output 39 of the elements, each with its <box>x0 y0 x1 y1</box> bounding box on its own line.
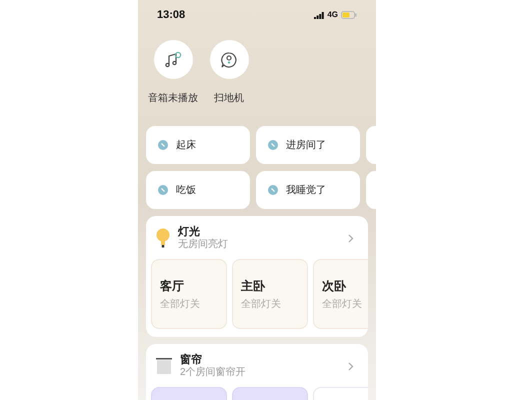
scene-card[interactable]: 我睡觉了 <box>256 171 360 209</box>
room-card[interactable]: 主卧 全部灯关 <box>232 259 308 329</box>
room-name: 客厅 <box>160 278 185 294</box>
room-card[interactable]: 客厅 全部灯关 <box>151 259 227 329</box>
section-subtitle: 无房间亮灯 <box>178 239 229 251</box>
scene-card[interactable]: 起床 <box>146 126 250 164</box>
curtain-icon <box>156 358 172 374</box>
room-card[interactable]: 次卧 全部灯关 <box>313 259 368 329</box>
signal-icon <box>314 12 324 18</box>
network-label: 4G <box>327 9 338 21</box>
scene-icon <box>268 185 278 195</box>
scene-label: 吃饭 <box>176 184 196 198</box>
room-status: 全部灯关 <box>241 298 282 312</box>
device-label: 音箱未播放 <box>148 92 198 106</box>
room-name: 主卧 <box>241 278 266 294</box>
device-button[interactable] <box>210 40 248 79</box>
section-title: 灯光 <box>178 225 201 238</box>
scene-icon <box>158 185 168 195</box>
chevron-right-icon[interactable] <box>348 234 354 242</box>
device-button[interactable] <box>154 40 192 79</box>
robot-vacuum-icon <box>220 50 238 68</box>
status-time: 13:08 <box>157 8 186 23</box>
scene-icon <box>158 140 168 150</box>
device-label: 扫地机 <box>214 92 244 106</box>
room-status: 全部灯关 <box>160 298 201 312</box>
scene-card[interactable]: 吃饭 <box>146 171 250 209</box>
scene-label: 进房间了 <box>286 138 326 152</box>
chevron-right-icon[interactable] <box>348 362 354 370</box>
room-status: 全部灯关 <box>322 298 363 312</box>
battery-icon <box>341 11 357 19</box>
scene-card[interactable]: 进房间了 <box>256 126 360 164</box>
scene-icon <box>268 140 278 150</box>
scene-label: 我睡觉了 <box>286 184 326 198</box>
light-bulb-icon <box>156 228 170 248</box>
music-note-icon <box>164 50 182 68</box>
room-name: 次卧 <box>322 278 348 294</box>
scene-label: 起床 <box>176 138 196 152</box>
section-subtitle: 2个房间窗帘开 <box>180 367 247 379</box>
section-title: 窗帘 <box>180 353 203 366</box>
